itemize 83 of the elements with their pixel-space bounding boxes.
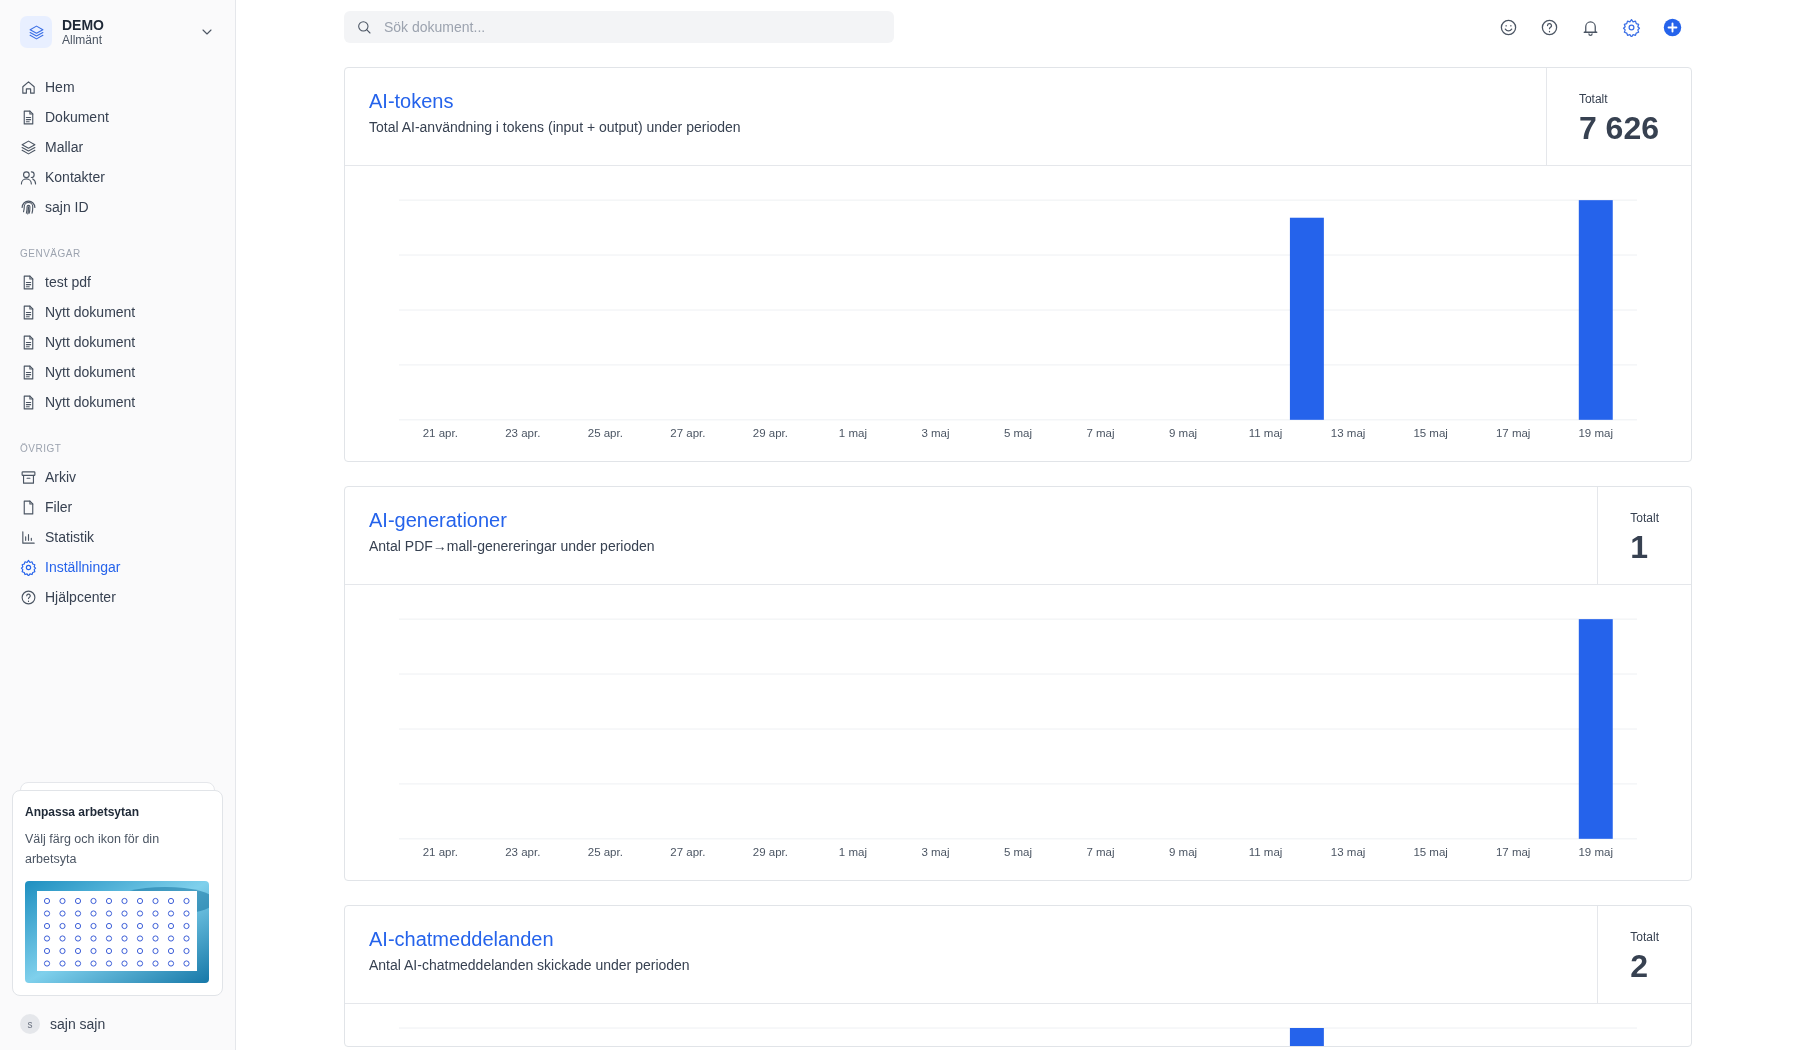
- axis-label: 1 maj: [837, 846, 868, 858]
- layers-icon: [27, 23, 45, 41]
- section-heading: ÖVRIGT: [19, 443, 63, 454]
- axis-label: 11 maj: [1247, 427, 1284, 439]
- help-icon[interactable]: [1540, 17, 1559, 37]
- nav-item[interactable]: Nytt dokument: [12, 357, 223, 387]
- axis-label: 29 apr.: [751, 427, 789, 439]
- nav-item[interactable]: Hjälpcenter: [12, 582, 223, 612]
- axis-label: 23 apr.: [504, 427, 542, 439]
- axis-label: 17 maj: [1494, 846, 1532, 858]
- total-label: Totalt: [1630, 511, 1659, 525]
- nav-item[interactable]: test pdf: [12, 267, 223, 297]
- axis-label: 5 maj: [1002, 846, 1034, 858]
- axis-label: 27 apr.: [669, 846, 707, 858]
- axis-label: 5 maj: [1002, 427, 1034, 439]
- card-title: AI-generationer: [369, 509, 508, 532]
- fingerprint-icon: [20, 198, 37, 216]
- axis-label: 15 maj: [1412, 427, 1449, 439]
- nav-item[interactable]: Nytt dokument: [12, 297, 223, 327]
- layers-icon: [20, 138, 37, 156]
- total-label: Totalt: [1578, 92, 1609, 106]
- section-heading: GENVÄGAR: [19, 248, 82, 259]
- nav-item[interactable]: Hem: [12, 72, 223, 102]
- card-subtitle: Antal PDF→mall-genereringar under perioden: [369, 538, 656, 554]
- axis-label: 3 maj: [920, 427, 951, 439]
- search-icon: [356, 19, 372, 35]
- search-field[interactable]: Sök dokument...: [344, 11, 894, 43]
- nav-item[interactable]: Mallar: [12, 132, 223, 162]
- plus-icon[interactable]: [1663, 17, 1682, 37]
- user-name: sajn sajn: [50, 1016, 106, 1032]
- axis-label: 19 maj: [1577, 846, 1614, 858]
- chart-bar: [1289, 1028, 1324, 1046]
- card-subtitle: Antal AI-chatmeddelanden skickade under perioden: [369, 957, 691, 973]
- axis-label: 13 maj: [1329, 427, 1367, 439]
- axis-label: 11 maj: [1247, 846, 1284, 858]
- card-subtitle: Total AI-användning i tokens (input + output) under perioden: [369, 119, 742, 135]
- users-icon: [20, 168, 37, 186]
- workspace-switcher[interactable]: DEMO Allmänt: [12, 14, 223, 50]
- nav-item[interactable]: Nytt dokument: [12, 387, 223, 417]
- bar-chart-icon: [20, 528, 37, 546]
- nav-item[interactable]: Nytt dokument: [12, 327, 223, 357]
- workspace-subtitle: Allmänt: [62, 33, 103, 47]
- axis-label: 21 apr.: [421, 427, 459, 439]
- axis-label: 3 maj: [920, 846, 951, 858]
- card-title: AI-tokens: [369, 90, 455, 113]
- smiley-icon[interactable]: [1499, 17, 1518, 37]
- axis-label: 23 apr.: [504, 846, 542, 858]
- nav-item[interactable]: sajn ID: [12, 192, 223, 222]
- home-icon: [20, 78, 37, 96]
- settings-icon: [20, 558, 37, 576]
- archive-icon: [20, 468, 37, 486]
- help-icon: [20, 588, 37, 606]
- axis-label: 15 maj: [1412, 846, 1449, 858]
- axis-label: 17 maj: [1494, 427, 1532, 439]
- total-value: 1: [1630, 529, 1650, 566]
- nav-item[interactable]: Arkiv: [12, 462, 223, 492]
- axis-label: 29 apr.: [751, 846, 789, 858]
- axis-label: 1 maj: [837, 427, 868, 439]
- nav-item[interactable]: Filer: [12, 492, 223, 522]
- axis-label: 9 maj: [1168, 846, 1199, 858]
- promo-card[interactable]: Anpassa arbetsytan Välj färg och ikon för din arbetsyta: [12, 790, 223, 996]
- axis-label: 25 apr.: [586, 846, 624, 858]
- nav-item[interactable]: Dokument: [12, 102, 223, 132]
- axis-label: 27 apr.: [669, 427, 707, 439]
- total-label: Totalt: [1630, 930, 1659, 944]
- total-value: 7 626: [1578, 110, 1659, 147]
- axis-label: 7 maj: [1085, 427, 1116, 439]
- promo-title: Anpassa arbetsytan: [25, 805, 141, 819]
- user-avatar: s: [20, 1014, 40, 1034]
- settings-icon[interactable]: [1622, 17, 1641, 37]
- card-title: AI-chatmeddelanden: [369, 928, 555, 951]
- axis-label: 13 maj: [1329, 846, 1367, 858]
- nav-item[interactable]: Statistik: [12, 522, 223, 552]
- promo-text: Välj färg och ikon för din arbetsyta: [25, 831, 161, 868]
- axis-label: 21 apr.: [421, 846, 459, 858]
- axis-label: 25 apr.: [586, 427, 624, 439]
- axis-label: 7 maj: [1085, 846, 1116, 858]
- nav-item[interactable]: Inställningar: [12, 552, 223, 582]
- total-value: 2: [1630, 948, 1650, 985]
- workspace-name: DEMO: [62, 17, 105, 33]
- axis-label: 19 maj: [1577, 427, 1614, 439]
- axis-label: 9 maj: [1168, 427, 1199, 439]
- nav-item[interactable]: Kontakter: [12, 162, 223, 192]
